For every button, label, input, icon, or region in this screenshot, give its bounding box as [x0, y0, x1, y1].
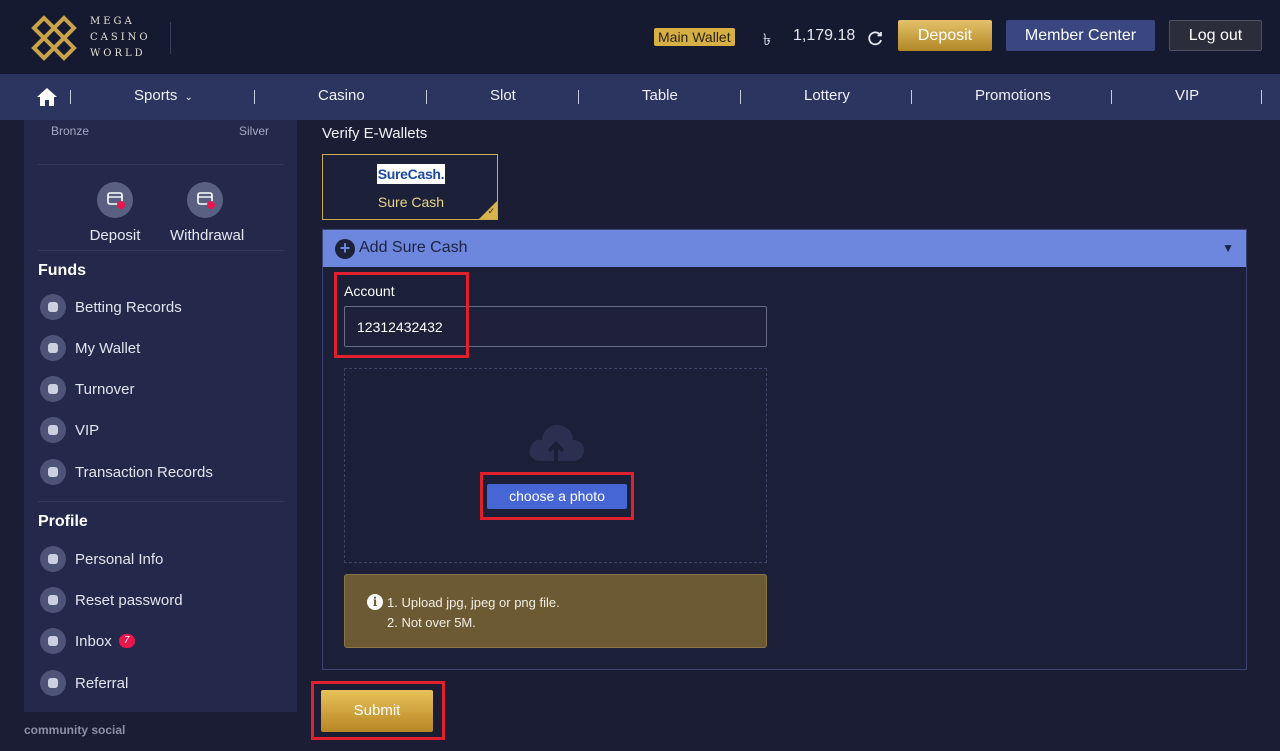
- wallet-option-sure-cash[interactable]: SureCash. Sure Cash ✓: [322, 154, 498, 220]
- sidebar-item-turnover[interactable]: Turnover: [40, 376, 134, 402]
- caret-down-icon: ▼: [1222, 241, 1234, 255]
- member-center-button[interactable]: Member Center: [1006, 20, 1155, 51]
- chevron-down-icon: ⌄: [184, 92, 193, 103]
- sidebar-item-label: Personal Info: [75, 550, 164, 568]
- nav-divider: [740, 90, 741, 104]
- logo-icon: [31, 15, 77, 61]
- sidebar-item-referral[interactable]: Referral: [40, 670, 128, 696]
- brand-logo[interactable]: MEGA CASINO WORLD: [28, 12, 178, 64]
- referral-icon: [40, 670, 66, 696]
- sidebar-item-my-wallet[interactable]: My Wallet: [40, 335, 140, 361]
- upload-requirements-note: i 1. Upload jpg, jpeg or png file. 2. No…: [344, 574, 767, 648]
- sidebar-item-personal-info[interactable]: Personal Info: [40, 546, 163, 572]
- sidebar-item-inbox[interactable]: Inbox 7: [40, 628, 135, 654]
- sidebar-divider: [38, 250, 284, 251]
- quick-withdrawal[interactable]: Withdrawal: [170, 182, 245, 244]
- logout-button[interactable]: Log out: [1169, 20, 1262, 51]
- nav-item-slot[interactable]: Slot: [490, 87, 516, 104]
- lock-icon: [40, 587, 66, 613]
- page-title: Verify E-Wallets: [322, 125, 428, 142]
- sidebar-item-vip[interactable]: VIP: [40, 417, 99, 443]
- sidebar-item-betting-records[interactable]: Betting Records: [40, 294, 182, 320]
- deposit-icon: [97, 182, 133, 218]
- brand-line-2: CASINO: [90, 32, 151, 43]
- photo-upload-zone[interactable]: choose a photo: [344, 368, 767, 563]
- inbox-count-badge: 7: [118, 634, 135, 648]
- brand-text: MEGA CASINO WORLD: [90, 14, 151, 62]
- nav-item-casino[interactable]: Casino: [318, 87, 365, 104]
- sidebar-item-reset-password[interactable]: Reset password: [40, 587, 183, 613]
- highlight-box-choose-photo: [480, 472, 634, 520]
- nav-divider: [426, 90, 427, 104]
- sidebar-item-label: Referral: [75, 674, 129, 692]
- highlight-box-account: [334, 272, 469, 358]
- refresh-icon[interactable]: [866, 29, 884, 47]
- nav-divider: [70, 90, 71, 104]
- sidebar-item-label: VIP: [75, 421, 100, 439]
- main-wallet-badge: Main Wallet: [654, 28, 735, 46]
- nav-item-vip[interactable]: VIP: [1175, 87, 1199, 104]
- wallet-icon: [40, 335, 66, 361]
- home-icon[interactable]: [36, 86, 58, 108]
- nav-divider: [1261, 90, 1262, 104]
- tier-bronze: Bronze: [51, 124, 90, 138]
- turnover-icon: [40, 376, 66, 402]
- profile-heading: Profile: [38, 513, 88, 530]
- header-divider: [170, 22, 171, 54]
- check-icon: ✓: [479, 201, 497, 219]
- note-line-1: 1. Upload jpg, jpeg or png file.: [387, 595, 560, 610]
- sidebar-divider: [38, 164, 284, 165]
- header-deposit-button[interactable]: Deposit: [898, 20, 992, 51]
- nav-item-table[interactable]: Table: [642, 87, 678, 104]
- sidebar-item-label: Inbox: [75, 632, 112, 650]
- nav-item-lottery[interactable]: Lottery: [804, 87, 850, 104]
- records-icon: [40, 294, 66, 320]
- mail-icon: [40, 628, 66, 654]
- currency-symbol: ৳: [763, 32, 771, 49]
- quick-deposit-label: Deposit: [89, 227, 141, 244]
- top-header: MEGA CASINO WORLD Main Wallet ৳ 1,179.18…: [0, 0, 1280, 74]
- sidebar-item-label: Transaction Records: [75, 463, 213, 481]
- sidebar-item-label: Betting Records: [75, 298, 182, 316]
- funds-heading: Funds: [38, 262, 86, 279]
- nav-divider: [578, 90, 579, 104]
- plus-icon: +: [335, 239, 355, 259]
- panel-title: Add Sure Cash: [359, 239, 468, 256]
- nav-divider: [911, 90, 912, 104]
- quick-deposit[interactable]: Deposit: [80, 182, 150, 244]
- transaction-icon: [40, 459, 66, 485]
- info-icon: i: [367, 594, 383, 610]
- surecash-logo: SureCash.: [377, 164, 445, 184]
- nav-item-promotions[interactable]: Promotions: [975, 87, 1051, 104]
- sidebar-item-label: My Wallet: [75, 339, 141, 357]
- nav-divider: [1111, 90, 1112, 104]
- sidebar-item-label: Reset password: [75, 591, 183, 609]
- note-line-2: 2. Not over 5M.: [387, 615, 476, 630]
- user-icon: [40, 546, 66, 572]
- cloud-upload-icon: [529, 424, 585, 461]
- brand-line-1: MEGA: [90, 16, 135, 27]
- withdrawal-icon: [187, 182, 223, 218]
- nav-divider: [254, 90, 255, 104]
- sidebar-item-label: Turnover: [75, 380, 135, 398]
- sidebar: Bronze Silver Deposit Withdrawal Funds B…: [24, 120, 297, 712]
- highlight-box-submit: [311, 681, 445, 740]
- community-social-label: community social: [24, 723, 126, 737]
- nav-item-label: Sports: [134, 87, 178, 104]
- quick-withdrawal-label: Withdrawal: [170, 227, 245, 244]
- brand-line-3: WORLD: [90, 48, 146, 59]
- wallet-balance: 1,179.18: [793, 27, 856, 44]
- sidebar-divider: [38, 501, 284, 502]
- panel-header[interactable]: + Add Sure Cash ▼: [323, 230, 1246, 267]
- nav-item-sports[interactable]: Sports ⌄: [134, 87, 193, 104]
- sidebar-item-transaction-records[interactable]: Transaction Records: [40, 459, 213, 485]
- star-icon: [40, 417, 66, 443]
- wallet-option-label: Sure Cash: [377, 194, 445, 210]
- tier-silver: Silver: [239, 124, 270, 138]
- main-nav: Sports ⌄ Casino Slot Table Lottery Promo…: [0, 74, 1280, 120]
